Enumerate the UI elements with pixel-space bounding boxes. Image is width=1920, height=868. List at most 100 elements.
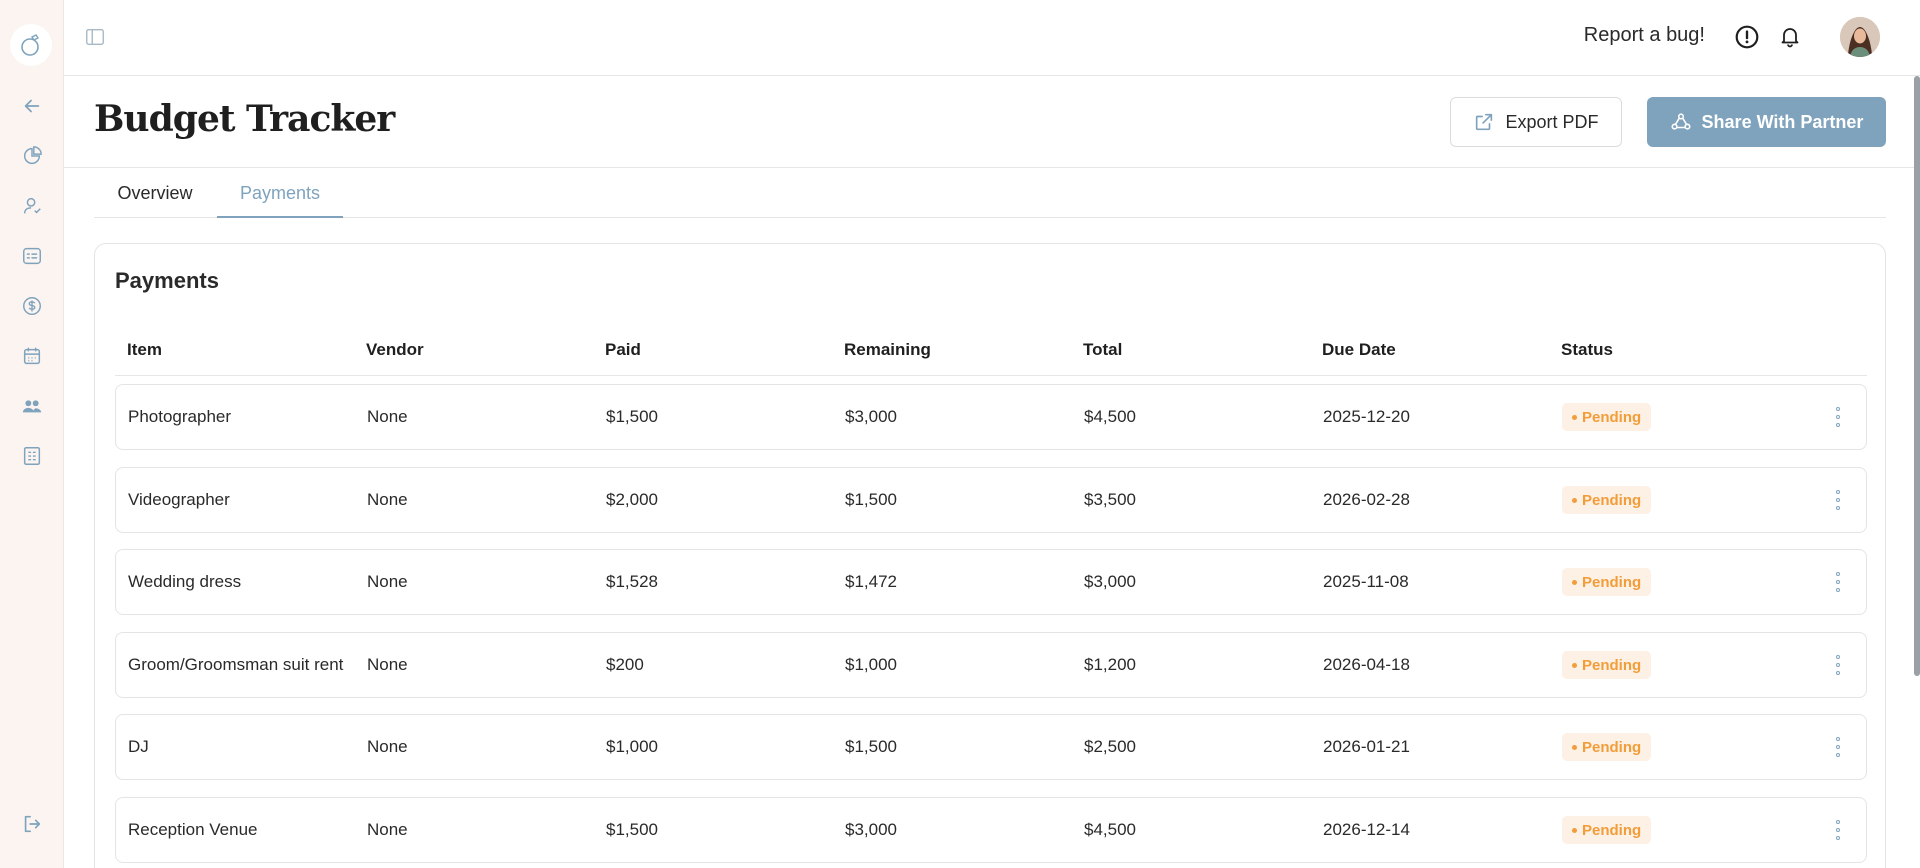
status-dot-icon — [1572, 579, 1577, 585]
status-badge: Pending — [1562, 568, 1652, 596]
column-header-due-date[interactable]: Due Date — [1322, 324, 1396, 376]
cell-total: $1,200 — [1084, 655, 1136, 674]
table-row[interactable]: Videographer None $2,000 $1,500 $3,500 2… — [115, 467, 1867, 533]
status-dot-icon — [1572, 662, 1577, 668]
table-row[interactable]: Photographer None $1,500 $3,000 $4,500 2… — [115, 384, 1867, 450]
status-dot-icon — [1572, 744, 1577, 750]
cell-item: DJ — [128, 737, 149, 756]
back-arrow-icon[interactable] — [20, 94, 44, 118]
share-with-partner-button[interactable]: Share With Partner — [1647, 97, 1886, 147]
cell-item: Videographer — [128, 490, 230, 509]
cell-vendor: None — [367, 655, 408, 674]
table-row[interactable]: Reception Venue None $1,500 $3,000 $4,50… — [115, 797, 1867, 863]
status-dot-icon — [1572, 497, 1577, 503]
cell-paid: $2,000 — [606, 490, 658, 509]
status-dot-icon — [1572, 827, 1577, 833]
page-title: Budget Tracker — [94, 98, 395, 140]
cell-paid: $200 — [606, 655, 644, 674]
row-menu-button[interactable] — [1828, 486, 1848, 514]
row-menu-button[interactable] — [1828, 733, 1848, 761]
app-root: Report a bug! Budget Tracker Export PDF … — [0, 0, 1920, 868]
panel-toggle-icon[interactable] — [84, 26, 108, 50]
cell-paid: $1,000 — [606, 737, 658, 756]
table-row[interactable]: DJ None $1,000 $1,500 $2,500 2026-01-21 … — [115, 714, 1867, 780]
payments-title: Payments — [115, 268, 219, 293]
cell-due-date: 2026-01-21 — [1323, 737, 1410, 756]
report-bug-link[interactable]: Report a bug! — [1584, 24, 1705, 47]
export-pdf-label: Export PDF — [1505, 111, 1599, 132]
cell-remaining: $3,000 — [845, 407, 897, 426]
cell-due-date: 2026-12-14 — [1323, 820, 1410, 839]
cell-due-date: 2026-02-28 — [1323, 490, 1410, 509]
cell-total: $2,500 — [1084, 737, 1136, 756]
share-icon — [1671, 113, 1691, 130]
row-menu-button[interactable] — [1828, 403, 1848, 431]
status-label: Pending — [1582, 656, 1642, 674]
cell-item: Photographer — [128, 407, 232, 426]
logout-icon[interactable] — [20, 812, 44, 836]
cell-remaining: $1,000 — [845, 655, 897, 674]
bell-icon[interactable] — [1778, 24, 1804, 50]
cell-remaining: $1,500 — [845, 490, 897, 509]
checklist-icon[interactable] — [20, 244, 44, 268]
column-header-vendor[interactable]: Vendor — [366, 324, 424, 376]
cell-item: Reception Venue — [128, 820, 258, 839]
page-scrollbar[interactable] — [1914, 76, 1920, 676]
top-bar: Report a bug! — [64, 0, 1920, 76]
status-badge: Pending — [1562, 486, 1652, 514]
ring-logo-icon — [21, 34, 40, 56]
status-label: Pending — [1582, 738, 1642, 756]
column-header-remaining[interactable]: Remaining — [844, 324, 931, 376]
status-badge: Pending — [1562, 816, 1652, 844]
cell-due-date: 2025-11-08 — [1323, 572, 1409, 591]
cell-paid: $1,500 — [606, 407, 658, 426]
cell-remaining: $1,500 — [845, 737, 897, 756]
cell-item: Wedding dress — [128, 572, 242, 591]
share-with-partner-label: Share With Partner — [1701, 111, 1864, 132]
cell-vendor: None — [367, 490, 408, 509]
column-header-item[interactable]: Item — [127, 324, 162, 376]
cell-total: $3,500 — [1084, 490, 1136, 509]
tab-overview[interactable]: Overview — [94, 168, 216, 218]
cell-due-date: 2025-12-20 — [1323, 407, 1410, 426]
cell-vendor: None — [367, 572, 408, 591]
dollar-icon[interactable] — [20, 294, 44, 318]
sidebar — [0, 0, 64, 868]
row-menu-button[interactable] — [1828, 816, 1848, 844]
cell-remaining: $3,000 — [845, 820, 897, 839]
tab-payments[interactable]: Payments — [217, 168, 343, 218]
cell-paid: $1,528 — [606, 572, 658, 591]
status-badge: Pending — [1562, 733, 1652, 761]
avatar[interactable] — [1840, 17, 1880, 57]
export-pdf-button[interactable]: Export PDF — [1450, 97, 1622, 147]
tabs: Overview Payments — [94, 168, 1886, 218]
column-header-total[interactable]: Total — [1083, 324, 1122, 376]
cell-vendor: None — [367, 820, 408, 839]
table-icon[interactable] — [20, 444, 44, 468]
status-label: Pending — [1582, 821, 1642, 839]
cell-vendor: None — [367, 407, 408, 426]
status-label: Pending — [1582, 573, 1642, 591]
row-menu-button[interactable] — [1828, 651, 1848, 679]
row-menu-button[interactable] — [1828, 568, 1848, 596]
cell-vendor: None — [367, 737, 408, 756]
status-badge: Pending — [1562, 651, 1652, 679]
app-logo[interactable] — [10, 24, 52, 66]
cell-paid: $1,500 — [606, 820, 658, 839]
user-icon[interactable] — [20, 194, 44, 218]
payments-card: Payments Item Vendor Paid Remaining Tota… — [94, 243, 1886, 868]
status-badge: Pending — [1562, 403, 1652, 431]
external-link-icon — [1476, 113, 1493, 131]
table-row[interactable]: Wedding dress None $1,528 $1,472 $3,000 … — [115, 549, 1867, 615]
column-header-status[interactable]: Status — [1561, 324, 1613, 376]
status-label: Pending — [1582, 491, 1642, 509]
column-header-paid[interactable]: Paid — [605, 324, 641, 376]
table-header: Item Vendor Paid Remaining Total Due Dat… — [115, 324, 1867, 376]
alert-icon[interactable] — [1734, 24, 1760, 50]
table-row[interactable]: Groom/Groomsman suit rent None $200 $1,0… — [115, 632, 1867, 698]
cell-remaining: $1,472 — [845, 572, 897, 591]
pie-chart-icon[interactable] — [20, 144, 44, 168]
calendar-icon[interactable] — [20, 344, 44, 368]
cell-total: $4,500 — [1084, 407, 1136, 426]
people-icon[interactable] — [20, 394, 44, 418]
